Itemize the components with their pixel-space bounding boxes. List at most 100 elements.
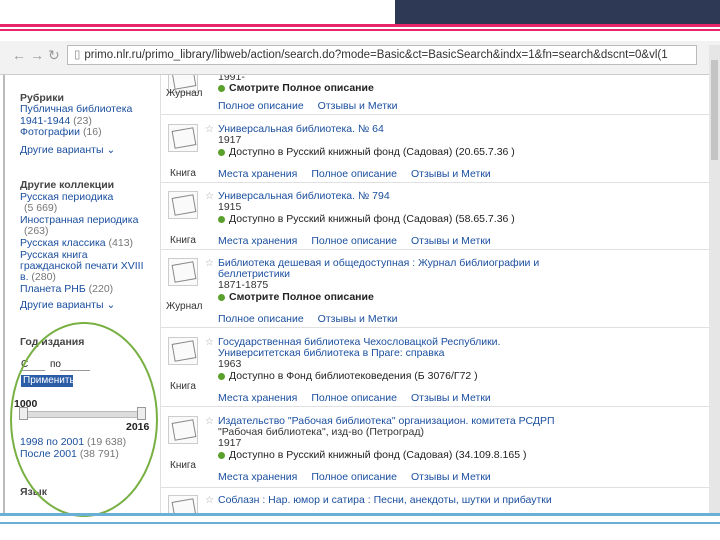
facet-item-collection-3[interactable]: Русская классика (413) — [20, 238, 133, 249]
more-label: Другие варианты — [20, 299, 104, 311]
page-icon: ▯ — [74, 49, 81, 61]
facet-item-rubric-1[interactable]: Публичная библиотека — [20, 104, 132, 115]
book-thumbnail-icon[interactable] — [168, 495, 198, 515]
status-dot-icon — [218, 293, 225, 301]
star-icon[interactable]: ☆ — [205, 337, 214, 348]
availability-status: Доступно в Фонд библиотековедения (Б 307… — [218, 371, 478, 382]
tab-full-description[interactable]: Полное описание — [311, 471, 397, 483]
status-dot-icon — [218, 215, 225, 223]
tab-full-description[interactable]: Полное описание — [311, 235, 397, 247]
book-thumbnail-icon[interactable] — [168, 416, 198, 444]
record-tabs: Полное описание Отзывы и Метки — [218, 314, 411, 325]
address-bar[interactable]: ▯ primo.nlr.ru/primo_library/libweb/actio… — [67, 45, 697, 65]
availability-text: Смотрите Полное описание — [229, 82, 374, 94]
chevron-down-icon: ⌄ — [106, 299, 116, 311]
star-icon[interactable]: ☆ — [205, 416, 214, 427]
tab-reviews-tags[interactable]: Отзывы и Метки — [411, 471, 491, 483]
record-tabs: Места хранения Полное описание Отзывы и Ме… — [218, 169, 505, 180]
record-type: Книга — [170, 235, 196, 246]
reload-icon[interactable]: ↻ — [48, 45, 60, 65]
facet-count: (5 669) — [24, 202, 58, 214]
tab-locations[interactable]: Места хранения — [218, 392, 297, 404]
record-tabs: Полное описание Отзывы и Метки — [218, 101, 411, 112]
availability-text: Доступно в Русский книжный фонд (Садовая… — [229, 449, 527, 461]
record-type: Книга — [170, 381, 196, 392]
book-thumbnail-icon[interactable] — [168, 124, 198, 152]
result-record-partial: ☆ Соблазн : Нар. юмор и сатира : Песни, … — [160, 489, 709, 515]
record-year: 1915 — [218, 201, 242, 213]
scrollbar-thumb[interactable] — [711, 60, 718, 160]
record-tabs: Места хранения Полное описание Отзывы и Ме… — [218, 236, 505, 247]
result-record-partial: Журнал 1991- Смотрите Полное описание По… — [160, 75, 709, 115]
facet-count: (220) — [88, 283, 114, 295]
result-record: Книга ☆ Государственная библиотека Чехос… — [160, 329, 709, 407]
facet-item-rubric-2[interactable]: Фотографии (16) — [20, 127, 102, 138]
tab-reviews-tags[interactable]: Отзывы и Метки — [318, 313, 398, 325]
record-type: Книга — [170, 168, 196, 179]
rubrics-more-link[interactable]: Другие варианты ⌄ — [20, 145, 115, 156]
record-subtitle: "Рабочая библиотека", изд-во (Петроград) — [218, 426, 424, 438]
slide-header-block — [395, 0, 720, 25]
record-type: Книга — [170, 460, 196, 471]
record-title[interactable]: Соблазн : Нар. юмор и сатира : Песни, ан… — [218, 495, 552, 506]
record-year: 1963 — [218, 358, 242, 370]
record-title-line2[interactable]: Университетская библиотека в Праге: спра… — [218, 348, 445, 359]
tab-locations[interactable]: Места хранения — [218, 235, 297, 247]
record-year: 1917 — [218, 134, 242, 146]
tab-reviews-tags[interactable]: Отзывы и Метки — [411, 392, 491, 404]
accent-stripe — [0, 24, 720, 27]
collections-heading: Другие коллекции — [20, 179, 115, 191]
record-title[interactable]: Универсальная библиотека. № 64 — [218, 124, 384, 135]
availability-status: Смотрите Полное описание — [218, 83, 374, 94]
status-dot-icon — [218, 84, 225, 92]
facet-label: Русская классика — [20, 237, 106, 249]
facet-count: (413) — [108, 237, 134, 249]
result-record: Книга ☆ Универсальная библиотека. № 794 … — [160, 183, 709, 250]
availability-status: Доступно в Русский книжный фонд (Садовая… — [218, 147, 515, 158]
availability-text: Доступно в Русский книжный фонд (Садовая… — [229, 213, 515, 225]
availability-status: Доступно в Русский книжный фонд (Садовая… — [218, 450, 526, 461]
book-thumbnail-icon[interactable] — [168, 337, 198, 365]
record-type: Журнал — [166, 88, 203, 99]
result-record: Книга ☆ Издательство "Рабочая библиотека… — [160, 408, 709, 488]
status-dot-icon — [218, 148, 225, 156]
tab-reviews-tags[interactable]: Отзывы и Метки — [411, 235, 491, 247]
availability-status: Смотрите Полное описание — [218, 292, 374, 303]
star-icon[interactable]: ☆ — [205, 495, 214, 506]
tab-reviews-tags[interactable]: Отзывы и Метки — [318, 100, 398, 112]
chevron-down-icon: ⌄ — [106, 144, 116, 156]
availability-text: Доступно в Русский книжный фонд (Садовая… — [229, 146, 515, 158]
tab-full-description[interactable]: Полное описание — [311, 392, 397, 404]
star-icon[interactable]: ☆ — [205, 124, 214, 135]
star-icon[interactable]: ☆ — [205, 191, 214, 202]
facet-count: (16) — [82, 126, 102, 138]
record-tabs: Места хранения Полное описание Отзывы и Ме… — [218, 472, 505, 483]
facet-label: Планета РНБ — [20, 283, 86, 295]
result-record: Книга ☆ Универсальная библиотека. № 64 1… — [160, 116, 709, 183]
accent-stripe-2 — [0, 29, 720, 31]
slide-bottom-line — [0, 513, 720, 516]
record-year: 1871-1875 — [218, 279, 269, 291]
star-icon[interactable]: ☆ — [205, 258, 214, 269]
tab-full-description[interactable]: Полное описание — [311, 168, 397, 180]
forward-icon[interactable]: → — [30, 45, 44, 65]
record-type: Журнал — [166, 301, 203, 312]
book-thumbnail-icon[interactable] — [168, 191, 198, 219]
record-title[interactable]: Универсальная библиотека. № 794 — [218, 191, 390, 202]
facet-item-collection-5[interactable]: Планета РНБ (220) — [20, 284, 113, 295]
facet-label: Фотографии — [20, 126, 81, 138]
facet-count: (280) — [31, 271, 56, 283]
tab-full-description[interactable]: Полное описание — [218, 313, 304, 325]
collections-more-link[interactable]: Другие варианты ⌄ — [20, 300, 115, 311]
tab-reviews-tags[interactable]: Отзывы и Метки — [411, 168, 491, 180]
tab-locations[interactable]: Места хранения — [218, 471, 297, 483]
facet-item-collection-4-line3[interactable]: в. (280) — [20, 272, 56, 283]
record-year: 1917 — [218, 437, 242, 449]
facet-count: (263) — [24, 225, 49, 237]
tab-full-description[interactable]: Полное описание — [218, 100, 304, 112]
back-icon[interactable]: ← — [12, 45, 26, 65]
url-text: primo.nlr.ru/primo_library/libweb/action… — [84, 49, 668, 61]
results-list: Журнал 1991- Смотрите Полное описание По… — [160, 75, 709, 515]
tab-locations[interactable]: Места хранения — [218, 168, 297, 180]
journal-thumbnail-icon[interactable] — [168, 258, 198, 286]
